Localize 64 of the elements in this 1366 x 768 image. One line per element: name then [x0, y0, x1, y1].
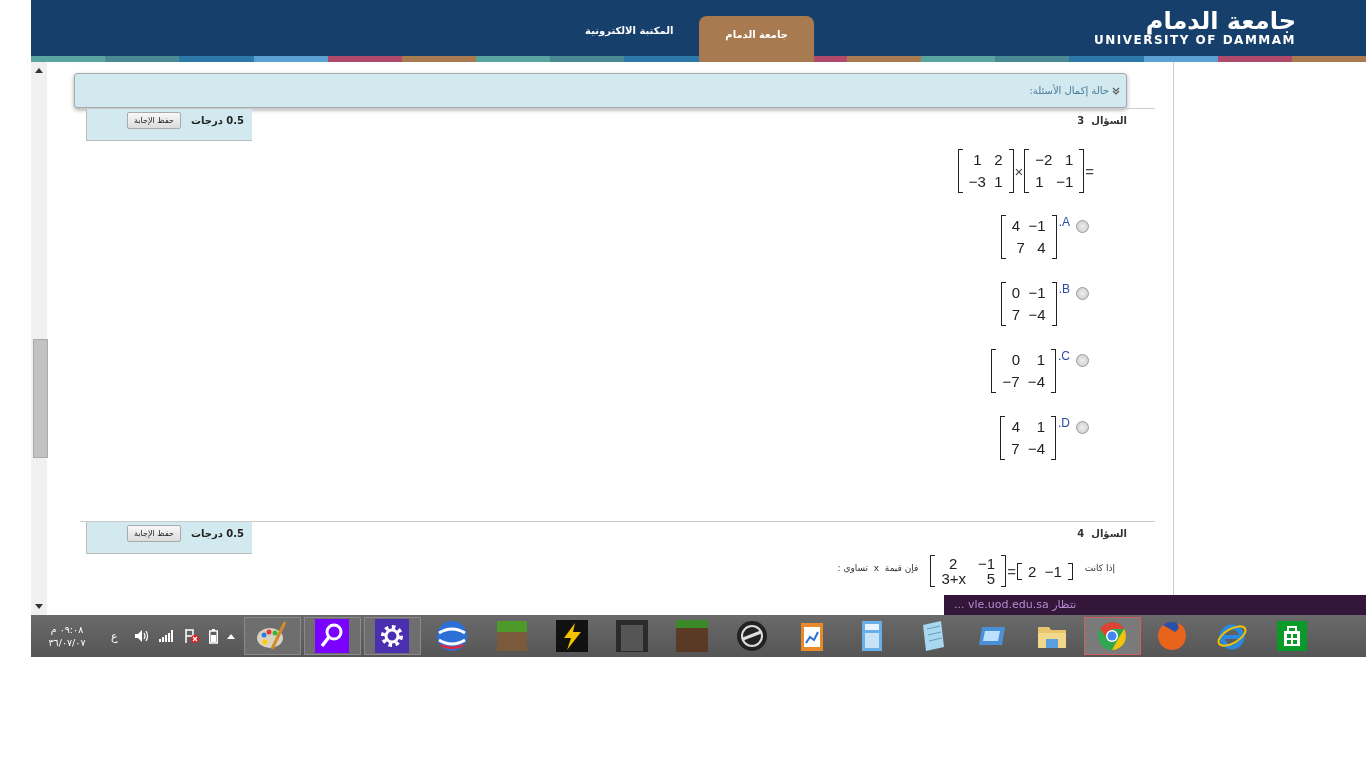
question-title: السؤال 3	[1077, 115, 1127, 129]
store-bag-icon	[1275, 619, 1310, 653]
times-sign: ×	[1013, 162, 1025, 180]
matrix-row-text: 0 1	[1010, 350, 1046, 370]
language-indicator[interactable]: ع	[111, 629, 118, 643]
logo-text: جامعة الدمام	[1145, 9, 1296, 33]
double-chevron-icon	[1112, 86, 1120, 95]
wheel-icon	[735, 619, 770, 653]
radio-button[interactable]	[1076, 421, 1089, 434]
matrix-row-text: 4 1	[1010, 417, 1046, 437]
option-letter: A.	[1058, 215, 1070, 229]
matrix-row-text: 0 −1	[1010, 283, 1047, 303]
panel-label: حالة إكمال الأسئلة:	[1029, 85, 1109, 96]
taskbar-button[interactable]	[303, 617, 361, 655]
scroll-up-icon[interactable]	[35, 68, 43, 73]
option-letter: D.	[1058, 416, 1070, 430]
matrix-row-text: 2 −1	[1026, 563, 1063, 579]
matrix-row-text: 2 −1	[947, 556, 997, 571]
radio-button[interactable]	[1076, 220, 1089, 233]
radio-button[interactable]	[1076, 287, 1089, 300]
show-hidden-icons-icon[interactable]	[226, 633, 235, 639]
question-title: السؤال 4	[1077, 528, 1127, 542]
matrix-row-text: −2 1	[1034, 150, 1075, 170]
clock-date[interactable]: ٣٦/٠٧/٠٧	[48, 636, 86, 649]
swirl-icon	[435, 619, 470, 653]
gear-icon	[375, 619, 410, 653]
dark-tile-icon	[615, 619, 650, 653]
status-bar: نتظار vle.uod.edu.sa ...	[944, 595, 1366, 615]
matrix-row-text: 1 2	[972, 150, 1004, 170]
grass-block-icon	[495, 619, 530, 653]
matrix-row-text: 7 −4	[1010, 439, 1046, 459]
matrix-row-text: −7 −4	[1001, 372, 1046, 392]
search-icon	[315, 619, 350, 653]
clock-time[interactable]: ٠٩:٠٨ م	[50, 623, 84, 636]
matrix-row-text: 1 −1	[1034, 172, 1075, 192]
battery-icon[interactable]	[208, 628, 218, 644]
volume-icon[interactable]	[133, 629, 150, 643]
signal-icon[interactable]	[158, 630, 175, 642]
scroll-thumb[interactable]	[33, 339, 48, 458]
nav-tab[interactable]: المكتبة الالكترونية	[577, 12, 682, 56]
points-label: 0.5 درجات	[190, 528, 244, 539]
matrix-row-text: 7 4	[1015, 238, 1047, 258]
flag-alert-icon[interactable]	[183, 628, 200, 644]
option-letter: B.	[1058, 282, 1070, 296]
question-text: إذا كانت	[1084, 563, 1115, 573]
matrix-row-text: 4 −1	[1010, 216, 1047, 236]
equals-sign: =	[1006, 562, 1017, 580]
question-text: فإن قيمة x تساوي :	[837, 563, 919, 573]
save-answer-button[interactable]: حفظ الإجابة	[127, 112, 181, 129]
points-label: 0.5 درجات	[190, 115, 244, 126]
save-answer-button[interactable]: حفظ الإجابة	[127, 525, 181, 542]
matrix-row-text: 3+x 5	[940, 571, 997, 586]
lightning-icon	[555, 619, 590, 653]
scrollbar[interactable]	[31, 62, 47, 615]
status-panel[interactable]: حالة إكمال الأسئلة:	[74, 73, 1127, 108]
option-letter: C.	[1058, 349, 1070, 363]
scroll-down-icon[interactable]	[35, 604, 43, 609]
matrix-row-text: 7 −4	[1010, 305, 1047, 325]
taskbar-button[interactable]	[363, 617, 421, 655]
radio-button[interactable]	[1076, 354, 1089, 367]
block-icon	[675, 619, 710, 653]
equals-sign: =	[1084, 162, 1095, 180]
nav-tab[interactable]: جامعة الدمام	[699, 16, 814, 62]
matrix-row-text: −3 1	[967, 172, 1004, 192]
